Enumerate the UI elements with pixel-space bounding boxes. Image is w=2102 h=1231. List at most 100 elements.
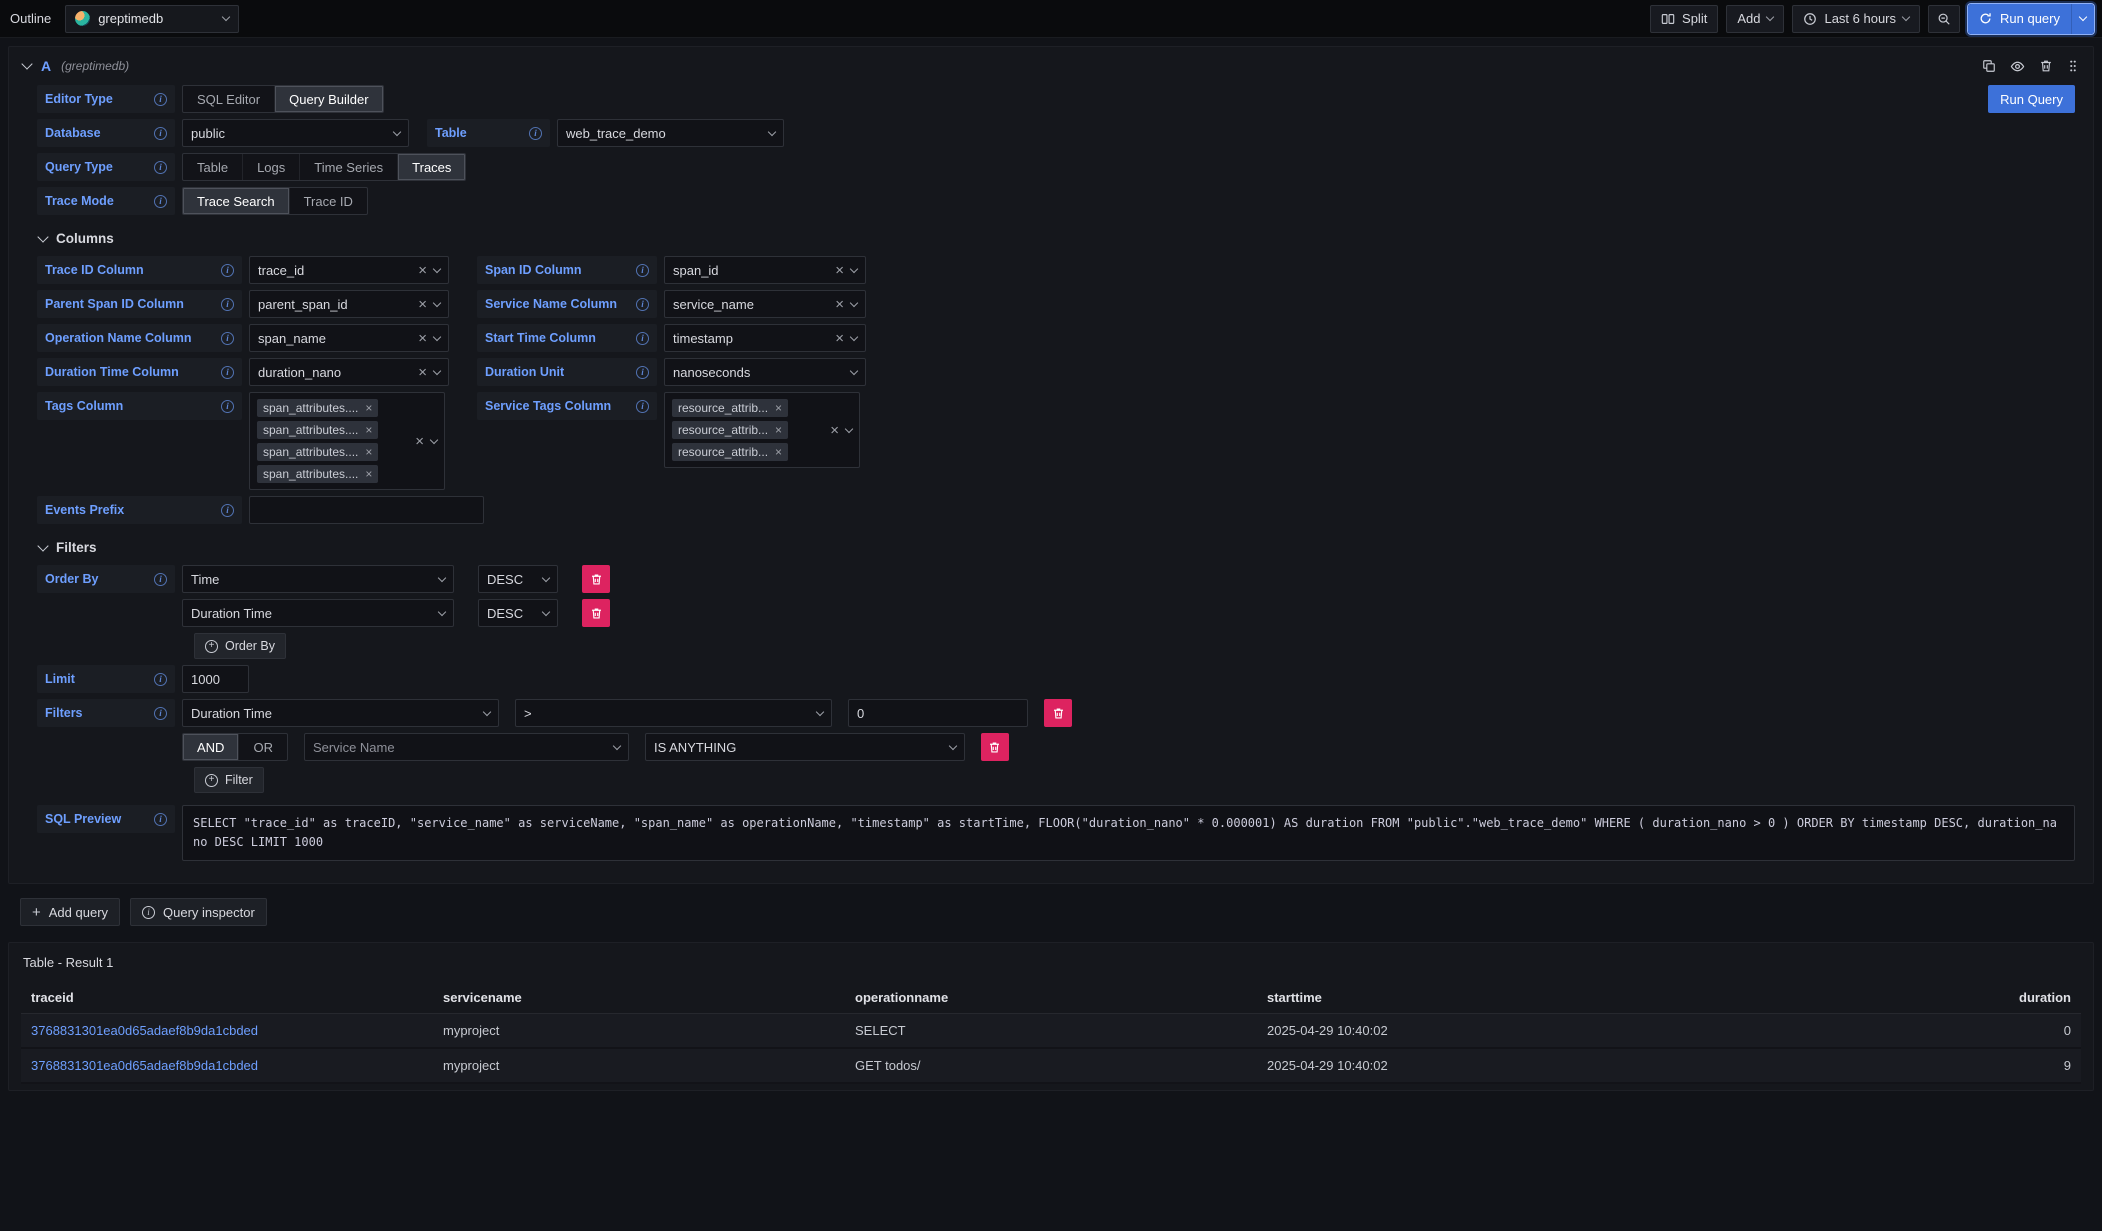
clear-icon[interactable]: × (835, 297, 844, 312)
info-icon[interactable]: i (154, 127, 167, 140)
info-icon[interactable]: i (221, 400, 234, 413)
info-icon[interactable]: i (636, 332, 649, 345)
filter-operator-select[interactable]: IS ANYTHING (645, 733, 965, 761)
info-icon[interactable]: i (221, 332, 234, 345)
run-query-options-caret[interactable] (2071, 4, 2094, 34)
remove-tag-icon[interactable]: × (775, 424, 782, 436)
trace-mode-option-trace-search[interactable]: Trace Search (183, 188, 290, 214)
add-filter-button[interactable]: + Filter (194, 767, 264, 793)
query-type-option-traces[interactable]: Traces (398, 154, 465, 180)
info-icon[interactable]: i (529, 127, 542, 140)
column-header-traceid[interactable]: traceid (21, 982, 433, 1014)
add-query-button[interactable]: + Add query (20, 898, 120, 926)
info-icon[interactable]: i (221, 366, 234, 379)
query-type-option-logs[interactable]: Logs (243, 154, 300, 180)
info-icon[interactable]: i (221, 264, 234, 277)
remove-order-by-button[interactable] (582, 599, 610, 627)
tags-column-multiselect[interactable]: span_attributes....× span_attributes....… (249, 392, 445, 490)
run-query-button-top[interactable]: Run query (1968, 4, 2071, 34)
outline-toggle[interactable]: Outline (8, 11, 53, 26)
remove-query-trash-icon[interactable] (2039, 59, 2053, 73)
datasource-picker[interactable]: greptimedb (65, 5, 239, 33)
column-header-servicename[interactable]: servicename (433, 982, 845, 1014)
operation-name-column-select[interactable]: span_name × (249, 324, 449, 352)
hide-response-eye-icon[interactable] (2010, 59, 2025, 74)
clear-icon[interactable]: × (418, 331, 427, 346)
editor-type-option-query-builder[interactable]: Query Builder (275, 86, 382, 112)
remove-filter-button[interactable] (981, 733, 1009, 761)
duration-unit-select[interactable]: nanoseconds (664, 358, 866, 386)
filter-logic-or[interactable]: OR (239, 734, 287, 760)
split-button[interactable]: Split (1650, 5, 1718, 33)
editor-type-option-sql-editor[interactable]: SQL Editor (183, 86, 275, 112)
remove-filter-button[interactable] (1044, 699, 1072, 727)
trace-id-column-select[interactable]: trace_id × (249, 256, 449, 284)
info-icon[interactable]: i (636, 366, 649, 379)
remove-tag-icon[interactable]: × (775, 402, 782, 414)
remove-tag-icon[interactable]: × (775, 446, 782, 458)
collapse-query-chevron-icon[interactable] (21, 58, 32, 69)
remove-tag-icon[interactable]: × (365, 468, 372, 480)
parent-span-id-column-select[interactable]: parent_span_id × (249, 290, 449, 318)
remove-tag-icon[interactable]: × (365, 402, 372, 414)
info-icon[interactable]: i (221, 298, 234, 311)
service-name-column-select[interactable]: service_name × (664, 290, 866, 318)
run-query-button-panel[interactable]: Run Query (1988, 85, 2075, 113)
trace-id-link[interactable]: 3768831301ea0d65adaef8b9da1cbded (21, 1014, 433, 1049)
info-icon[interactable]: i (154, 573, 167, 586)
filter-field-select[interactable]: Service Name (304, 733, 629, 761)
duplicate-query-icon[interactable] (1982, 59, 1996, 73)
filter-operator-select[interactable]: > (515, 699, 832, 727)
remove-tag-icon[interactable]: × (365, 446, 372, 458)
info-icon[interactable]: i (221, 504, 234, 517)
info-icon[interactable]: i (636, 400, 649, 413)
query-type-option-time-series[interactable]: Time Series (300, 154, 398, 180)
drag-handle-icon[interactable] (2067, 59, 2079, 73)
column-header-operationname[interactable]: operationname (845, 982, 1257, 1014)
clear-icon[interactable]: × (418, 263, 427, 278)
info-icon[interactable]: i (154, 195, 167, 208)
order-by-direction-select[interactable]: DESC (478, 599, 558, 627)
filters-section-header[interactable]: Filters (39, 540, 2077, 555)
info-icon[interactable]: i (154, 161, 167, 174)
trace-id-link[interactable]: 3768831301ea0d65adaef8b9da1cbded (21, 1048, 433, 1083)
trace-mode-option-trace-id[interactable]: Trace ID (290, 188, 367, 214)
clear-icon[interactable]: × (418, 365, 427, 380)
info-icon[interactable]: i (636, 264, 649, 277)
columns-section-header[interactable]: Columns (39, 231, 2077, 246)
filter-logic-and[interactable]: AND (183, 734, 239, 760)
column-header-starttime[interactable]: starttime (1257, 982, 1669, 1014)
query-type-option-table[interactable]: Table (183, 154, 243, 180)
clear-icon[interactable]: × (418, 297, 427, 312)
zoom-out-button[interactable] (1928, 5, 1960, 33)
order-by-field-select[interactable]: Duration Time (182, 599, 454, 627)
info-icon[interactable]: i (154, 813, 167, 826)
remove-order-by-button[interactable] (582, 565, 610, 593)
add-order-by-button[interactable]: + Order By (194, 633, 286, 659)
events-prefix-input[interactable] (249, 496, 484, 524)
filter-value-input[interactable] (848, 699, 1028, 727)
add-dropdown[interactable]: Add (1726, 5, 1784, 33)
order-by-field-select[interactable]: Time (182, 565, 454, 593)
info-icon[interactable]: i (636, 298, 649, 311)
limit-input[interactable] (182, 665, 249, 693)
clear-all-icon[interactable]: × (415, 434, 424, 449)
clear-all-icon[interactable]: × (830, 423, 839, 438)
start-time-column-select[interactable]: timestamp × (664, 324, 866, 352)
filter-field-select[interactable]: Duration Time (182, 699, 499, 727)
remove-tag-icon[interactable]: × (365, 424, 372, 436)
order-by-direction-select[interactable]: DESC (478, 565, 558, 593)
query-inspector-button[interactable]: i Query inspector (130, 898, 267, 926)
info-icon[interactable]: i (154, 707, 167, 720)
duration-time-column-select[interactable]: duration_nano × (249, 358, 449, 386)
column-header-duration[interactable]: duration (1669, 982, 2081, 1014)
info-icon[interactable]: i (154, 93, 167, 106)
span-id-column-select[interactable]: span_id × (664, 256, 866, 284)
time-range-picker[interactable]: Last 6 hours (1792, 5, 1920, 33)
service-tags-column-multiselect[interactable]: resource_attrib...× resource_attrib...× … (664, 392, 860, 468)
info-icon[interactable]: i (154, 673, 167, 686)
database-select[interactable]: public (182, 119, 409, 147)
table-select[interactable]: web_trace_demo (557, 119, 784, 147)
clear-icon[interactable]: × (835, 331, 844, 346)
clear-icon[interactable]: × (835, 263, 844, 278)
